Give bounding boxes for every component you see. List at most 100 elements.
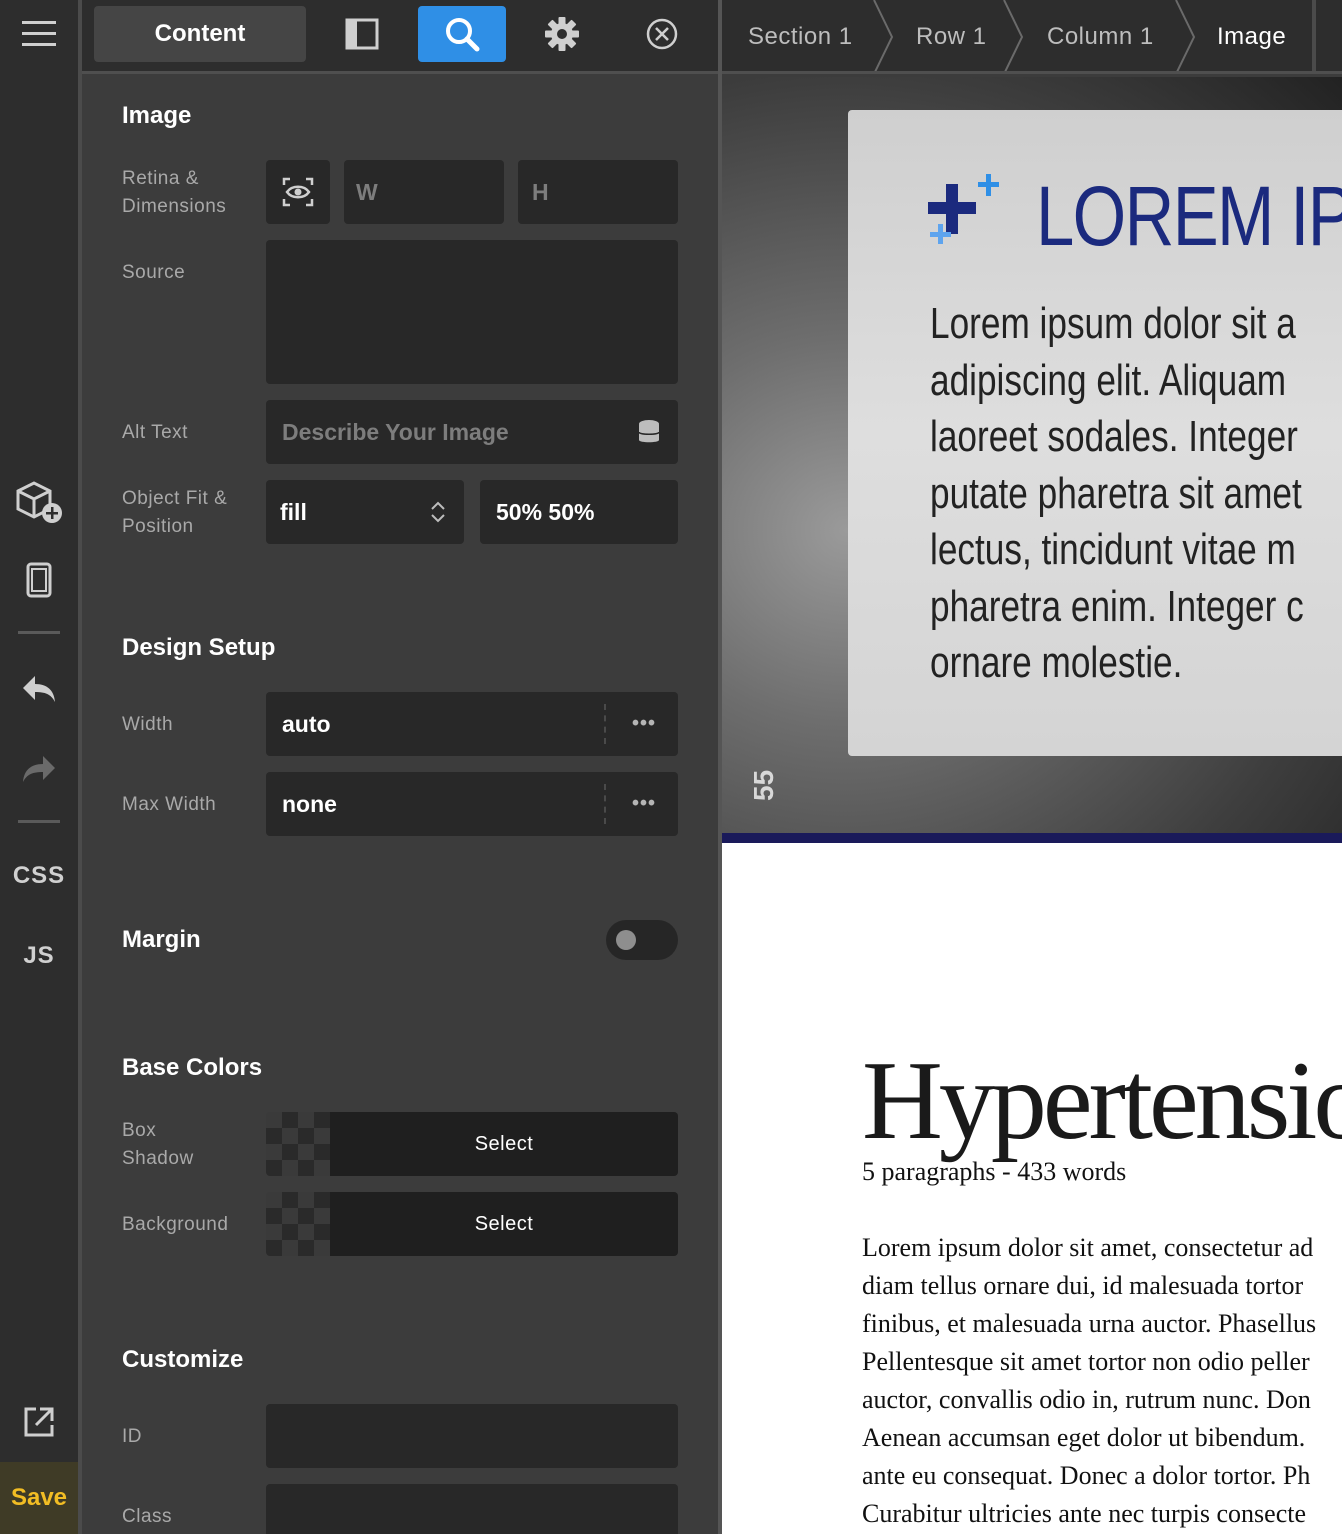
max-width-input[interactable]: none ••• — [266, 772, 678, 836]
search-icon — [446, 18, 480, 52]
object-fit-position-label: Object Fit & Position — [122, 485, 227, 541]
retina-dimensions-label: Retina & Dimensions — [122, 165, 226, 221]
source-label: Source — [122, 262, 186, 283]
breadcrumb-row[interactable]: Row 1 — [916, 0, 987, 71]
hero-side-tag: 55 — [748, 769, 779, 801]
id-input[interactable] — [266, 1404, 678, 1468]
breadcrumb-section[interactable]: Section 1 — [748, 0, 853, 71]
section-title-margin: Margin — [122, 926, 201, 953]
breadcrumb-chevron-icon — [873, 0, 894, 71]
class-input[interactable] — [266, 1484, 678, 1534]
more-options-icon[interactable]: ••• — [632, 793, 656, 816]
object-fit-select[interactable]: fill — [266, 480, 464, 544]
breadcrumb-chevron-icon — [1003, 0, 1024, 71]
redo-icon[interactable] — [0, 746, 78, 794]
object-position-value: 50% 50% — [496, 498, 595, 525]
undo-icon[interactable] — [0, 666, 78, 714]
hero-heading: LOREM IP — [1036, 169, 1342, 263]
alt-text-label: Alt Text — [122, 422, 188, 443]
body-line: Aenean accumsan eget dolor ut bibendum. — [862, 1423, 1306, 1452]
hero-body-text: Lorem ipsum dolor sit a adipiscing elit.… — [930, 299, 1304, 687]
objfit-label-line1: Object Fit & — [122, 488, 228, 509]
close-panel-button[interactable] — [622, 6, 702, 62]
section-title-image: Image — [122, 102, 192, 129]
css-label: CSS — [12, 862, 66, 889]
object-position-input[interactable]: 50% 50% — [480, 480, 678, 544]
document-meta: 5 paragraphs - 433 words — [862, 1157, 1127, 1186]
class-label: Class — [122, 1506, 173, 1527]
alt-text-input[interactable]: Describe Your Image — [266, 400, 678, 464]
hero-image[interactable]: LOREM IP Lorem ipsum dolor sit a adipisc… — [722, 77, 1342, 833]
retina-toggle-button[interactable] — [266, 160, 330, 224]
external-link-icon[interactable] — [0, 1398, 78, 1446]
background-label: Background — [122, 1214, 229, 1235]
object-fit-value: fill — [280, 498, 307, 525]
width-placeholder: W — [356, 178, 378, 205]
breadcrumb-end-divider — [1312, 0, 1316, 71]
js-button[interactable]: JS — [0, 932, 78, 980]
gear-icon — [545, 17, 579, 51]
settings-panel: Image Retina & Dimensions W H Source Alt… — [82, 77, 718, 1534]
box-shadow-label-line2: Shadow — [122, 1148, 194, 1169]
box-shadow-swatch[interactable] — [266, 1112, 330, 1176]
tab-settings[interactable] — [522, 6, 602, 62]
alt-text-placeholder: Describe Your Image — [282, 418, 509, 445]
section-title-base-colors: Base Colors — [122, 1054, 263, 1081]
body-line: Pellentesque sit amet tortor non odio pe… — [862, 1347, 1310, 1376]
breadcrumb-image[interactable]: Image — [1217, 0, 1286, 71]
document-title: Hypertensio — [862, 1039, 1342, 1163]
source-input[interactable] — [266, 240, 678, 384]
body-line: diam tellus ornare dui, id malesuada tor… — [862, 1271, 1304, 1300]
width-input[interactable]: W — [344, 160, 504, 224]
background-swatch[interactable] — [266, 1192, 330, 1256]
section-title-design-setup: Design Setup — [122, 634, 276, 661]
breadcrumb: Section 1 Row 1 Column 1 Image — [722, 0, 1342, 74]
hamburger-menu-icon[interactable] — [0, 0, 78, 68]
hero-card: LOREM IP Lorem ipsum dolor sit a adipisc… — [848, 110, 1342, 756]
box-shadow-label: Box Shadow — [122, 1117, 194, 1173]
section-title-customize: Customize — [122, 1346, 244, 1373]
tab-search[interactable] — [418, 6, 506, 62]
select-arrows-icon — [431, 501, 445, 523]
left-toolbar: CSS JS Save — [0, 0, 78, 1534]
body-line: auctor, convallis odio in, rutrum nunc. … — [862, 1385, 1311, 1414]
close-circle-icon — [646, 18, 678, 50]
max-width-label: Max Width — [122, 794, 217, 815]
box-shadow-select-button[interactable]: Select — [330, 1112, 678, 1176]
css-button[interactable]: CSS — [0, 852, 78, 900]
objfit-label-line2: Position — [122, 516, 194, 537]
body-line: finibus, et malesuada urna auctor. Phase… — [862, 1309, 1317, 1338]
save-button[interactable]: Save — [0, 1462, 78, 1534]
more-options-icon[interactable]: ••• — [632, 713, 656, 736]
database-icon[interactable] — [638, 419, 660, 445]
eye-focus-icon — [282, 177, 314, 207]
rail-divider — [18, 631, 60, 634]
height-placeholder: H — [532, 178, 549, 205]
max-width-value: none — [282, 790, 337, 817]
hero-bottom-bar — [722, 833, 1342, 843]
body-line: Lorem ipsum dolor sit amet, consectetur … — [862, 1233, 1314, 1262]
medical-cross-logo-icon — [928, 174, 999, 244]
toggle-knob — [616, 930, 636, 950]
id-label: ID — [122, 1426, 142, 1447]
tab-layout[interactable] — [322, 6, 402, 62]
document-body: Lorem ipsum dolor sit amet, consectetur … — [862, 1229, 1316, 1533]
margin-toggle[interactable] — [606, 920, 678, 960]
js-label: JS — [23, 942, 55, 969]
field-divider — [604, 784, 606, 824]
design-width-input[interactable]: auto ••• — [266, 692, 678, 756]
tab-content[interactable]: Content — [94, 6, 306, 62]
panel-tabs: Content — [82, 0, 718, 74]
mobile-preview-icon[interactable] — [0, 556, 78, 604]
background-select-button[interactable]: Select — [330, 1192, 678, 1256]
breadcrumb-column[interactable]: Column 1 — [1047, 0, 1154, 71]
box-shadow-label-line1: Box — [122, 1120, 157, 1141]
panel-layout-icon — [345, 18, 379, 50]
field-divider — [604, 704, 606, 744]
add-module-icon[interactable] — [0, 472, 78, 532]
body-line: Curabitur ultricies ante nec turpis cons… — [862, 1499, 1307, 1528]
design-width-value: auto — [282, 710, 331, 737]
page-preview: LOREM IP Lorem ipsum dolor sit a adipisc… — [722, 77, 1342, 1534]
retina-label-line2: Dimensions — [122, 196, 227, 217]
height-input[interactable]: H — [518, 160, 678, 224]
